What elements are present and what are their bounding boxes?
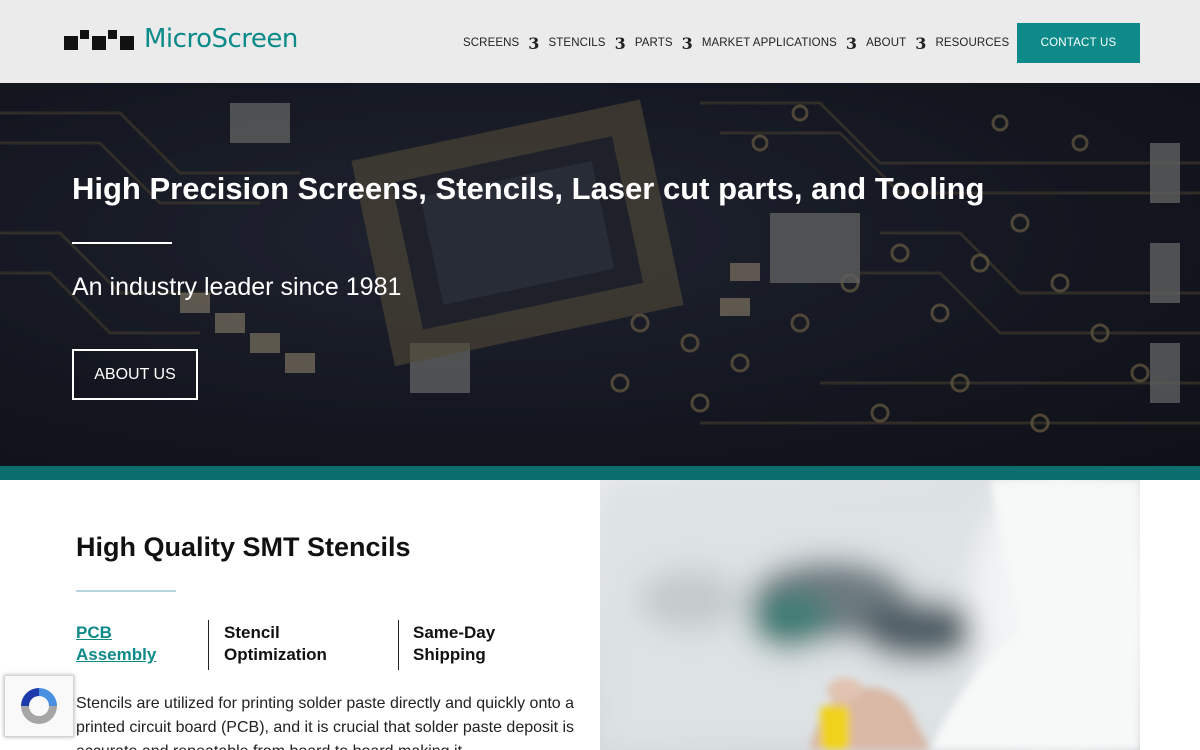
- site-header: MicroScreen SCREENS 3 STENCILS 3 PARTS 3…: [0, 0, 1200, 83]
- feature-line: Assembly: [76, 645, 157, 664]
- recaptcha-badge[interactable]: [4, 675, 74, 737]
- chevron-down-icon: 3: [528, 33, 540, 53]
- nav-item-label: STENCILS: [548, 37, 606, 49]
- contact-us-button[interactable]: CONTACT US: [1017, 23, 1140, 63]
- lab-technician-photo: [600, 480, 1140, 750]
- logo-text: MicroScreen: [144, 24, 298, 54]
- section-divider-band: [0, 466, 1200, 480]
- nav-item-label: ABOUT: [866, 37, 907, 49]
- chevron-down-icon: 3: [681, 33, 693, 53]
- about-us-button[interactable]: ABOUT US: [72, 349, 198, 400]
- feature-pcb-assembly-link[interactable]: PCB Assembly: [76, 622, 156, 666]
- feature-line: Optimization: [224, 645, 327, 664]
- chevron-down-icon: 3: [614, 33, 626, 53]
- hero-subtitle: An industry leader since 1981: [72, 273, 402, 301]
- nav-item-label: MARKET APPLICATIONS: [701, 37, 837, 49]
- chevron-down-icon: 3: [845, 33, 858, 53]
- nav-item-label: SCREENS: [463, 37, 520, 49]
- recaptcha-icon: [21, 688, 57, 724]
- nav-item-about[interactable]: ABOUT 3: [866, 34, 935, 53]
- feature-stencil-optimization: Stencil Optimization: [224, 622, 327, 666]
- logo-mark-icon: [64, 26, 138, 52]
- nav-item-label: PARTS: [634, 37, 673, 49]
- feature-line: Shipping: [413, 645, 486, 664]
- site-logo[interactable]: MicroScreen: [64, 26, 298, 52]
- section-body-text: Stencils are utilized for printing solde…: [76, 695, 575, 750]
- hero-banner: High Precision Screens, Stencils, Laser …: [0, 83, 1200, 466]
- feature-line: PCB: [76, 623, 112, 642]
- hero-title: High Precision Screens, Stencils, Laser …: [72, 171, 985, 206]
- section-title: High Quality SMT Stencils: [76, 532, 411, 562]
- main-nav: SCREENS 3 STENCILS 3 PARTS 3 MARKET APPL…: [463, 32, 1038, 54]
- feature-divider: [398, 620, 399, 670]
- chevron-down-icon: 3: [915, 33, 927, 53]
- feature-line: Stencil: [224, 623, 280, 642]
- nav-item-parts[interactable]: PARTS 3: [635, 34, 702, 53]
- section-title-divider: [76, 590, 176, 592]
- hero-divider: [72, 242, 172, 244]
- nav-item-market-applications[interactable]: MARKET APPLICATIONS 3: [702, 34, 866, 53]
- nav-item-label: RESOURCES: [935, 37, 1010, 49]
- feature-same-day-shipping: Same-Day Shipping: [413, 622, 495, 666]
- feature-divider: [208, 620, 209, 670]
- nav-item-stencils[interactable]: STENCILS 3: [549, 34, 635, 53]
- feature-line: Same-Day: [413, 623, 496, 642]
- nav-item-screens[interactable]: SCREENS 3: [463, 34, 549, 53]
